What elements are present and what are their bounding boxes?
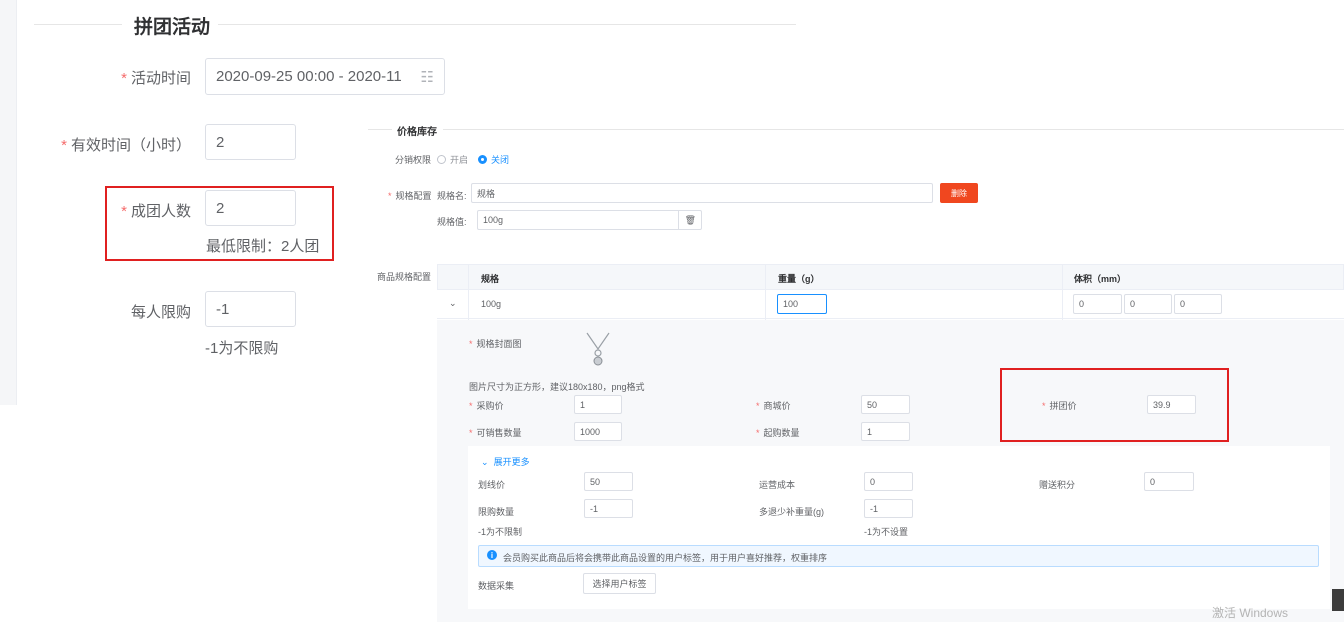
purchase-price-label: * 采购价 <box>469 401 504 411</box>
valid-hours-label: * 有效时间（小时） <box>61 137 191 154</box>
spec-config-label: * 规格配置 <box>388 191 432 201</box>
spec-value-label: 规格值: <box>437 217 467 227</box>
col-volume: 体积（mm） <box>1074 274 1127 284</box>
section-line-left <box>34 24 122 25</box>
distribution-radio-group: 开启 关闭 <box>437 153 509 166</box>
info-text: 会员购买此商品后将会携带此商品设置的用户标签，用于用户喜好推荐，权重排序 <box>503 553 828 563</box>
select-user-tag-button[interactable]: 选择用户标签 <box>583 573 656 594</box>
expand-more-toggle[interactable]: ⌄ 展开更多 <box>481 455 530 468</box>
limit-hint: -1为不限购 <box>205 340 279 357</box>
necklace-image[interactable] <box>584 331 612 367</box>
delete-spec-button[interactable]: 删除 <box>940 183 978 203</box>
limit-qty-hint: -1为不限制 <box>478 527 523 537</box>
row-spec: 100g <box>481 299 502 309</box>
min-buy-label: * 起购数量 <box>756 428 800 438</box>
activation-watermark: 激活 Windows <box>1212 606 1289 620</box>
refund-weight-label: 多退少补重量(g) <box>759 507 824 517</box>
chevron-down-icon: ⌄ <box>481 457 489 467</box>
points-input[interactable]: 0 <box>1144 472 1194 491</box>
group-price-input[interactable]: 39.9 <box>1147 395 1196 414</box>
spec-value-input[interactable]: 100g 🗑 <box>477 210 702 230</box>
scroll-top-button[interactable] <box>1332 589 1344 611</box>
spec-value-text: 100g <box>483 215 504 225</box>
volume-length-input[interactable]: 0 <box>1073 294 1122 314</box>
activity-time-value: 2020-09-25 00:00 - 2020-11 <box>216 68 402 85</box>
group-size-input[interactable]: 2 <box>205 190 296 226</box>
refund-weight-hint: -1为不设置 <box>864 527 909 537</box>
refund-weight-input[interactable]: -1 <box>864 499 913 518</box>
activity-time-input[interactable]: 2020-09-25 00:00 - 2020-11 ☷ <box>205 58 445 95</box>
distribution-label: 分销权限 <box>395 155 432 165</box>
col-weight: 重量（g） <box>778 274 820 284</box>
calendar-icon: ☷ <box>420 68 434 86</box>
product-spec-label: 商品规格配置 <box>377 272 432 282</box>
section-line-right <box>218 24 796 25</box>
limit-input[interactable]: -1 <box>205 291 296 327</box>
trash-icon[interactable]: 🗑 <box>677 211 696 229</box>
weight-input[interactable]: 100 <box>777 294 827 314</box>
spec-name-label: 规格名: <box>437 191 467 201</box>
activity-time-label: * 活动时间 <box>121 70 191 87</box>
group-size-hint: 最低限制：2人团 <box>206 238 320 255</box>
expand-chevron-icon[interactable]: ⌄ <box>449 298 457 309</box>
volume-height-input[interactable]: 0 <box>1174 294 1222 314</box>
radio-open[interactable] <box>437 155 446 164</box>
purchase-price-input[interactable]: 1 <box>574 395 622 414</box>
stock-line-left <box>368 129 392 130</box>
spec-table-header <box>437 264 1344 290</box>
radio-close-label: 关闭 <box>491 155 510 165</box>
left-divider <box>16 0 17 405</box>
mall-price-input[interactable]: 50 <box>861 395 910 414</box>
operating-cost-label: 运营成本 <box>759 480 796 490</box>
data-collect-label: 数据采集 <box>478 581 515 591</box>
volume-width-input[interactable]: 0 <box>1124 294 1172 314</box>
strike-price-label: 划线价 <box>478 480 506 490</box>
section-title: 拼团活动 <box>134 17 211 38</box>
spec-name-input[interactable]: 规格 <box>471 183 933 203</box>
radio-open-label: 开启 <box>450 155 469 165</box>
limit-qty-input[interactable]: -1 <box>584 499 633 518</box>
cover-hint: 图片尺寸为正方形，建议180x180，png格式 <box>469 382 645 392</box>
mall-price-label: * 商城价 <box>756 401 791 411</box>
cover-label: * 规格封面图 <box>469 339 522 349</box>
col-spec: 规格 <box>481 274 500 284</box>
stock-line-right <box>443 129 1344 130</box>
info-icon: i <box>487 550 497 560</box>
limit-label: 每人限购 <box>130 304 191 321</box>
group-size-label: * 成团人数 <box>121 203 191 220</box>
radio-close[interactable] <box>478 155 488 164</box>
group-price-label: * 拼团价 <box>1042 401 1077 411</box>
stock-title: 价格库存 <box>397 127 437 138</box>
strike-price-input[interactable]: 50 <box>584 472 633 491</box>
sellable-qty-label: * 可销售数量 <box>469 428 522 438</box>
limit-qty-label: 限购数量 <box>478 507 515 517</box>
left-gutter <box>0 0 16 405</box>
sellable-qty-input[interactable]: 1000 <box>574 422 622 441</box>
valid-hours-input[interactable]: 2 <box>205 124 296 160</box>
points-label: 赠送积分 <box>1039 480 1076 490</box>
min-buy-input[interactable]: 1 <box>861 422 910 441</box>
operating-cost-input[interactable]: 0 <box>864 472 913 491</box>
